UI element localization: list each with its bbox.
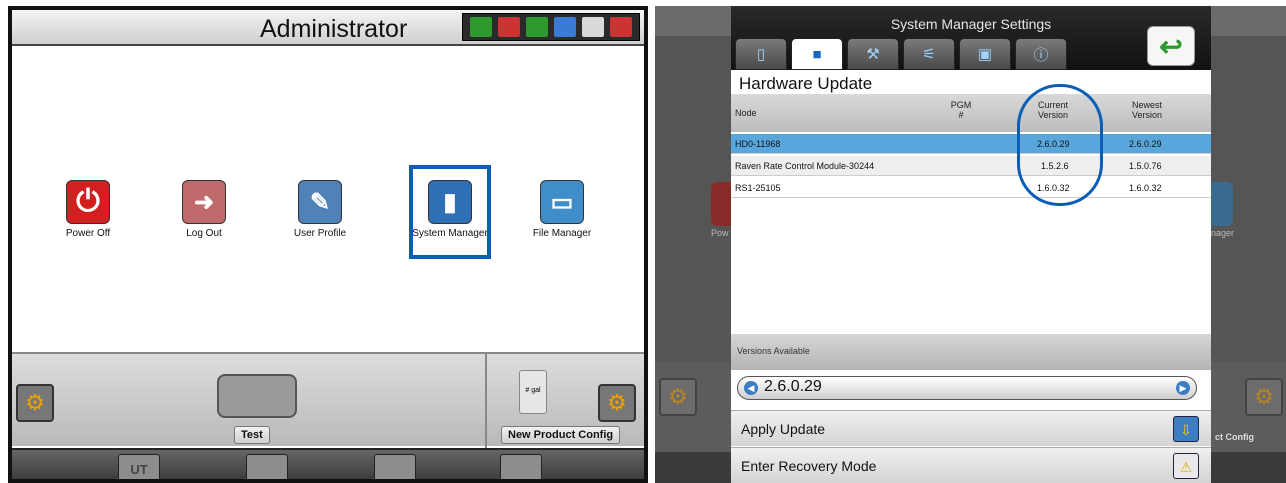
table-row[interactable]: RS1-25105 1.6.0.32 1.6.0.32 [731,178,1211,198]
info-icon: ⓘ [1033,46,1049,64]
product-tank-icon: # gal [519,370,547,414]
table-row[interactable]: Raven Rate Control Module-30244 1.5.2.6 … [731,156,1211,176]
sprayer-icon [217,374,297,418]
enter-recovery-mode-button[interactable]: Enter Recovery Mode ⚠ [731,447,1211,483]
display-icon: ▣ [977,46,993,63]
user-profile-button[interactable]: ✎ User Profile [275,180,365,239]
dimmed-gear-icon: ⚙ [659,378,697,416]
warning-icon: ⚠ [1173,453,1199,479]
settings-gear-icon[interactable]: ⚙ [16,384,54,422]
row-newest: 1.6.0.32 [1129,183,1162,193]
col-pgm: PGM # [950,100,972,120]
dimmed-power-label: Pow [711,228,729,238]
display-icon [582,17,604,37]
dialog-title: System Manager Settings [890,16,1052,32]
apply-update-button[interactable]: Apply Update ⇩ [731,410,1211,446]
new-product-config-button[interactable]: New Product Config [501,426,621,444]
log-out-icon: ➜ [182,180,226,224]
panel-divider [485,354,487,448]
file-manager-label: File Manager [532,228,592,239]
highlight-circle [1017,84,1103,206]
tab-display[interactable]: ▣ [959,38,1011,70]
product-panel: ⚙ Test # gal ⚙ New Product Config [12,352,644,448]
versions-available-bar: Versions Available [731,334,1211,370]
admin-screen: Administrator ⏻ Power Off ➜ Log Out ✎ Us… [8,6,648,483]
file-manager-button[interactable]: ▭ File Manager [517,180,607,239]
page-title: Administrator [260,15,408,43]
version-select-value: 2.6.0.29 [764,378,822,395]
ut-button[interactable]: UT [118,454,160,479]
alarm-icon [610,17,632,37]
table-row[interactable]: HD0-11968 2.6.0.29 2.6.0.29 [731,134,1211,154]
file-manager-icon: ▭ [540,180,584,224]
apply-update-label: Apply Update [741,421,826,437]
col-node: Node [735,108,757,118]
row-node: RS1-25105 [735,183,781,193]
log-out-label: Log Out [186,228,222,239]
gps-icon [498,17,520,37]
video-button[interactable] [500,454,542,479]
iso-icon [470,17,492,37]
config-gear-icon[interactable]: ⚙ [598,384,636,422]
chevron-right-icon[interactable]: ▶ [1176,381,1190,395]
test-button[interactable]: Test [234,426,270,444]
highlight-box [409,165,491,259]
tab-hardware[interactable]: ■ [791,38,843,70]
row-newest: 2.6.0.29 [1129,139,1162,149]
settings-dialog: System Manager Settings ▯ ■ ⚒ ⚟ ▣ ⓘ ↩ Ha… [731,6,1211,483]
dimmed-config-gear-icon: ⚙ [1245,378,1283,416]
title-bar: Administrator [12,10,644,46]
recovery-mode-label: Enter Recovery Mode [741,458,877,474]
bottom-toolbar: UT [12,448,644,479]
camera-button[interactable] [374,454,416,479]
log-out-button[interactable]: ➜ Log Out [159,180,249,239]
return-arrow-icon: ↩ [1159,30,1183,62]
user-profile-label: User Profile [293,228,347,239]
col-newest: Newest Version [1131,100,1163,120]
tab-info[interactable]: ⓘ [1015,38,1067,70]
tab-tools[interactable]: ⚒ [847,38,899,70]
power-icon: ⏻ [66,180,110,224]
dimmed-config-label: ct Config [1215,432,1254,442]
status-icons [462,13,640,41]
row-newest: 1.5.0.76 [1129,161,1162,171]
map-button[interactable] [246,454,288,479]
network-icon [554,17,576,37]
tab-network[interactable]: ⚟ [903,38,955,70]
update-icon: ⇩ [1173,416,1199,442]
user-profile-icon: ✎ [298,180,342,224]
system-manager-screen: Pow nager ⚙ ⚙ ct Config System Manager S… [655,6,1286,483]
power-off-button[interactable]: ⏻ Power Off [43,180,133,239]
dimmed-manager-label: nager [1211,228,1235,238]
chevron-left-icon[interactable]: ◀ [744,381,758,395]
back-button[interactable]: ↩ [1147,26,1195,66]
signal-icon [526,17,548,37]
network-icon: ⚟ [922,46,936,63]
device-icon: ▯ [756,46,766,63]
dimmed-power-icon [711,182,733,226]
dialog-header: System Manager Settings ▯ ■ ⚒ ⚟ ▣ ⓘ ↩ [731,6,1211,70]
wrench-icon: ⚒ [866,46,880,63]
row-node: HD0-11968 [735,139,781,149]
tab-device[interactable]: ▯ [735,38,787,70]
power-off-label: Power Off [65,228,111,239]
version-select[interactable]: ◀ 2.6.0.29 ▶ [737,376,1197,400]
row-node: Raven Rate Control Module-30244 [735,161,875,171]
section-title: Hardware Update [739,74,873,93]
hardware-icon: ■ [812,45,822,63]
table-header: Node PGM # Current Version Newest Versio… [731,94,1211,132]
dimmed-file-icon [1211,182,1233,226]
